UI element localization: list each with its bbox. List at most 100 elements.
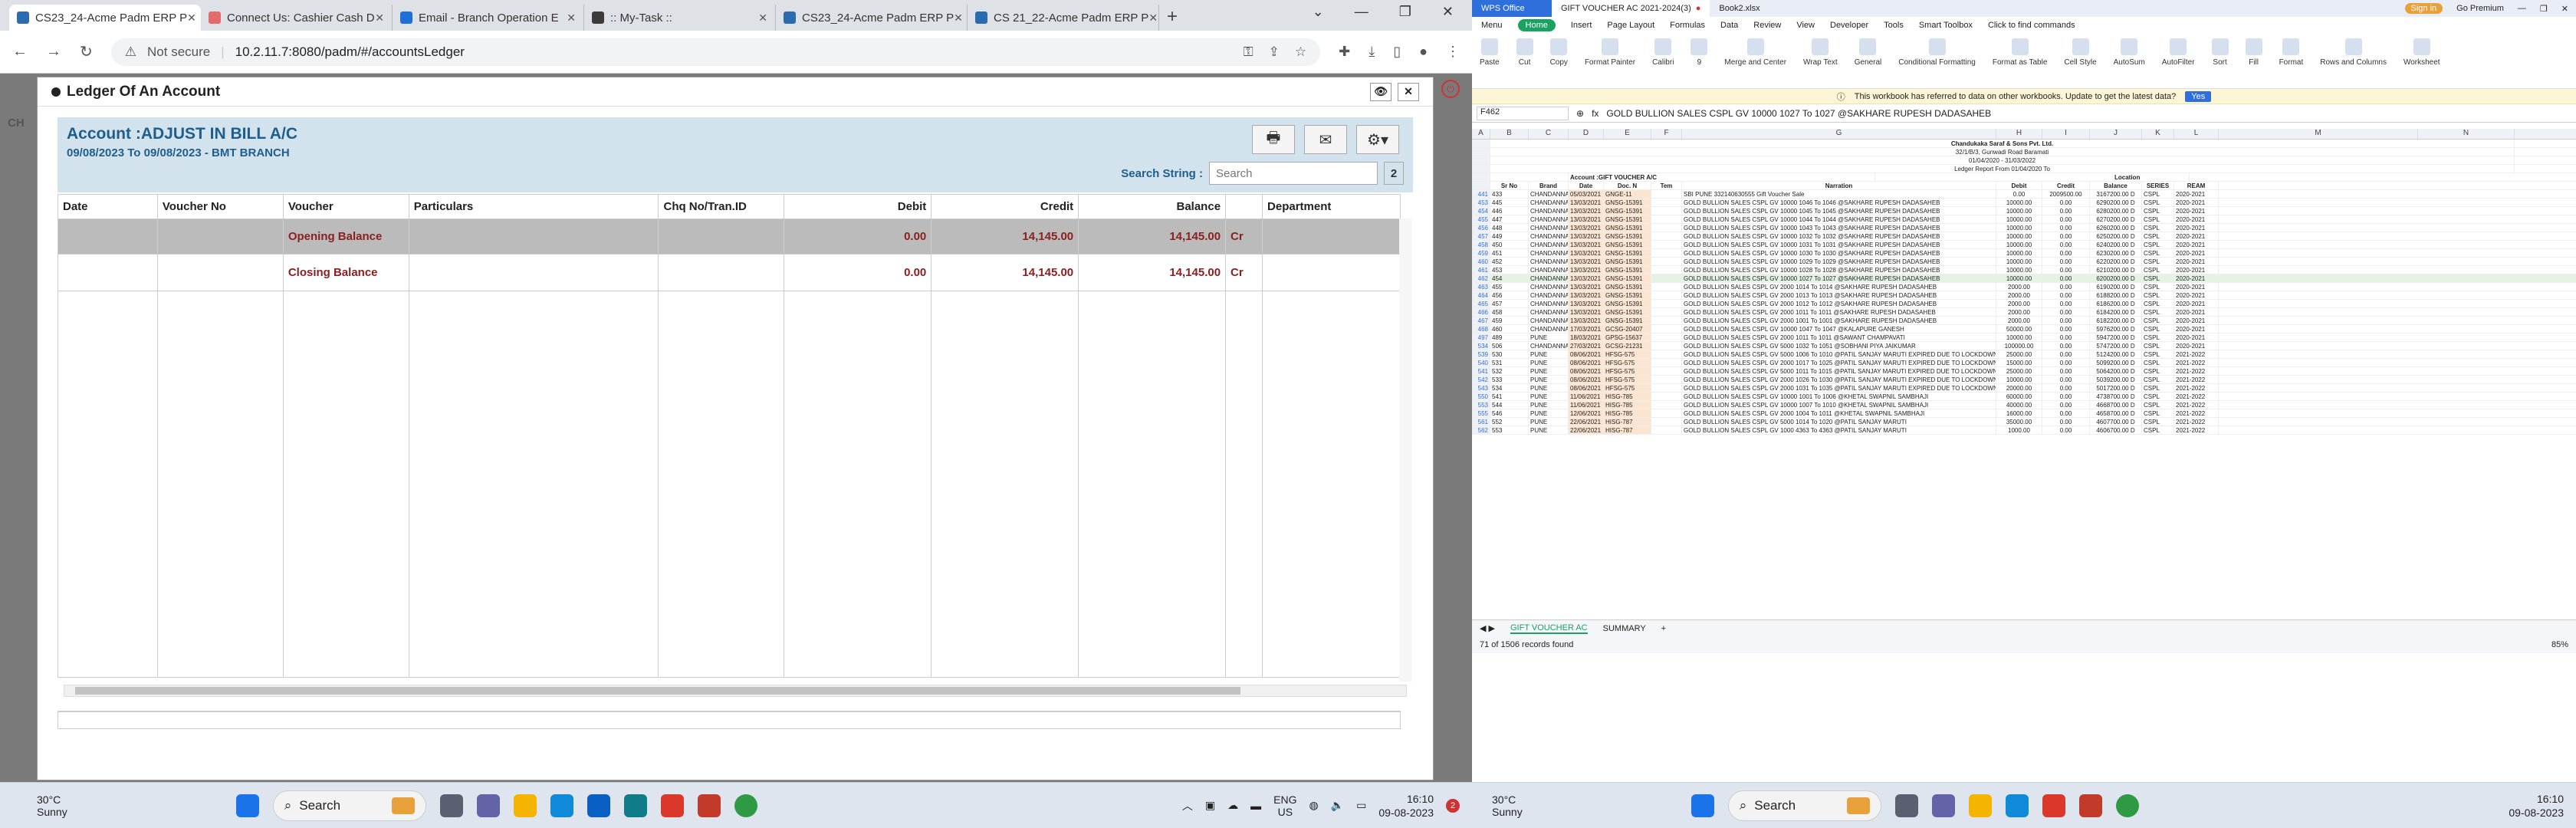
wps-office-tab[interactable]: WPS Office bbox=[1472, 0, 1552, 17]
file-explorer-icon-right[interactable] bbox=[1968, 794, 1992, 817]
extensions-icon[interactable]: ✚ bbox=[1339, 44, 1350, 60]
wps-writer-icon-right[interactable] bbox=[2042, 794, 2065, 817]
tab-close-icon[interactable]: ✕ bbox=[1148, 12, 1158, 25]
sheet-data-row[interactable]: 461 453 CHANDANNA 13/03/2021 GNSG-15391 GOLD … bbox=[1472, 266, 2576, 274]
vertical-scrollbar[interactable] bbox=[1399, 219, 1411, 682]
wps-close-button[interactable]: ✕ bbox=[2561, 4, 2568, 14]
ribbon-cmd-7[interactable]: Wrap Text bbox=[1803, 38, 1838, 67]
col-header-9[interactable]: Department bbox=[1262, 194, 1401, 219]
premium-link[interactable]: Go Premium bbox=[2456, 4, 2504, 13]
modal-close-icon[interactable]: ✕ bbox=[1398, 82, 1419, 101]
chrome-icon-right[interactable] bbox=[2115, 794, 2139, 817]
start-icon[interactable] bbox=[235, 794, 259, 817]
sheet-data-row[interactable]: 539 530 PUNE 08/06/2021 HFSG-575 GOLD BULLION… bbox=[1472, 350, 2576, 359]
back-icon[interactable]: ← bbox=[12, 43, 28, 61]
workbook-tab-gift[interactable]: GIFT VOUCHER AC 2021-2024(3) ● bbox=[1552, 0, 1710, 17]
signin-button[interactable]: Sign in bbox=[2404, 3, 2443, 14]
workbook-tab-book2[interactable]: Book2.xlsx bbox=[1710, 0, 1769, 17]
wps-menu-0[interactable]: Menu bbox=[1481, 21, 1503, 30]
sheet-data-row[interactable]: 497 489 PUNE 18/03/2021 GPSG-15637 GOLD BULLI… bbox=[1472, 334, 2576, 342]
fx-icon[interactable]: fx bbox=[1592, 108, 1598, 119]
browser-tab-5[interactable]: CS 21_22-Acme Padm ERP P ✕ bbox=[968, 5, 1159, 31]
sheet-data-row[interactable]: 543 534 PUNE 08/06/2021 HFSG-575 GOLD BULLION… bbox=[1472, 384, 2576, 393]
formula-content[interactable]: GOLD BULLION SALES CSPL GV 10000 1027 To… bbox=[1606, 108, 1991, 119]
sheet-data-row[interactable]: 460 452 CHANDANNA 13/03/2021 GNSG-15391 GOLD … bbox=[1472, 258, 2576, 266]
ribbon-cmd-3[interactable]: Format Painter bbox=[1585, 38, 1635, 67]
sheet-data-row[interactable]: 540 531 PUNE 08/06/2021 HFSG-575 GOLD BULLION… bbox=[1472, 359, 2576, 367]
col-letter-G[interactable]: G bbox=[1682, 129, 1996, 139]
menu-icon[interactable]: ⋮ bbox=[1446, 44, 1460, 60]
taskbar-search-right[interactable]: ⌕ Search bbox=[1727, 790, 1881, 821]
browser-tab-2[interactable]: Email - Branch Operation E ✕ bbox=[393, 5, 584, 31]
col-letter-J[interactable]: J bbox=[2090, 129, 2142, 139]
clock[interactable]: 16:10 09-08-2023 bbox=[1378, 792, 1434, 820]
downloads-icon[interactable]: ⤓ bbox=[1368, 44, 1375, 60]
wps-menu-5[interactable]: Data bbox=[1720, 21, 1738, 30]
tray-app-icon[interactable]: ▣ bbox=[1205, 799, 1215, 812]
share-icon[interactable]: ⇪ bbox=[1269, 44, 1280, 60]
forward-icon[interactable]: → bbox=[46, 43, 61, 61]
ribbon-cmd-5[interactable]: 9 bbox=[1691, 38, 1708, 67]
bookmark-star-icon[interactable]: ☆ bbox=[1295, 44, 1306, 60]
wps-minimize-button[interactable]: — bbox=[2518, 4, 2526, 13]
wps-menu-6[interactable]: Review bbox=[1753, 21, 1781, 30]
maximize-button[interactable]: ❐ bbox=[1399, 4, 1411, 20]
ribbon-cmd-6[interactable]: Merge and Center bbox=[1724, 38, 1786, 67]
learning-app-icon[interactable] bbox=[623, 794, 647, 817]
sheet-data-row[interactable]: 456 448 CHANDANNA 13/03/2021 GNSG-15391 GOLD … bbox=[1472, 224, 2576, 232]
tray-chevron-icon[interactable]: ︿ bbox=[1182, 798, 1193, 813]
tab-close-icon[interactable]: ✕ bbox=[954, 12, 963, 25]
close-window-button[interactable]: ✕ bbox=[1442, 4, 1454, 20]
sheet-data-row[interactable]: 459 451 CHANDANNA 13/03/2021 GNSG-15391 GOLD … bbox=[1472, 249, 2576, 258]
sheet-data-row[interactable]: 463 455 CHANDANNA 13/03/2021 GNSG-15391 GOLD … bbox=[1472, 283, 2576, 291]
col-letter-N[interactable]: N bbox=[2418, 129, 2515, 139]
sheet-tab-gift[interactable]: GIFT VOUCHER AC bbox=[1510, 623, 1588, 634]
tab-close-icon[interactable]: ✕ bbox=[375, 12, 384, 25]
file-explorer-icon[interactable] bbox=[513, 794, 537, 817]
url-field[interactable]: ⚠ Not secure | 10.2.11.7:8080/padm/#/acc… bbox=[110, 38, 1321, 66]
col-letter-H[interactable]: H bbox=[1996, 129, 2042, 139]
ribbon-cmd-12[interactable]: AutoSum bbox=[2114, 38, 2145, 67]
ribbon-cmd-13[interactable]: AutoFilter bbox=[2162, 38, 2195, 67]
col-header-2[interactable]: Voucher bbox=[282, 194, 409, 219]
teams-icon[interactable] bbox=[476, 794, 500, 817]
col-letter-A[interactable]: A bbox=[1472, 129, 1490, 139]
power-icon[interactable]: ⏻ bbox=[1441, 80, 1460, 98]
col-letter-B[interactable]: B bbox=[1490, 129, 1529, 139]
wps-office-icon[interactable] bbox=[697, 794, 721, 817]
sheet-data-row[interactable]: 457 449 CHANDANNA 13/03/2021 GNSG-15391 GOLD … bbox=[1472, 232, 2576, 241]
minimize-button[interactable]: — bbox=[1355, 4, 1368, 20]
sidepanel-icon[interactable]: ▯ bbox=[1393, 44, 1401, 60]
speaker-icon[interactable]: 🔈 bbox=[1331, 799, 1344, 812]
wps-writer-icon[interactable] bbox=[660, 794, 684, 817]
zoom-icon[interactable]: ⊕ bbox=[1576, 108, 1584, 119]
wps-menu-9[interactable]: Tools bbox=[1884, 21, 1904, 30]
ribbon-cmd-10[interactable]: Format as Table bbox=[1993, 38, 2047, 67]
sheet-data-row[interactable]: 550 541 PUNE 11/06/2021 HISG-785 GOLD BULLION… bbox=[1472, 393, 2576, 401]
wps-menu-10[interactable]: Smart Toolbox bbox=[1919, 21, 1973, 30]
col-header-7[interactable]: Balance bbox=[1078, 194, 1227, 219]
browser-tab-1[interactable]: Connect Us: Cashier Cash D ✕ bbox=[201, 5, 393, 31]
wps-restore-button[interactable]: ❐ bbox=[2540, 4, 2548, 14]
sheet-data-row[interactable]: 468 460 CHANDANNA 17/03/2021 GCSG-20407 GOLD … bbox=[1472, 325, 2576, 334]
wps-office-icon-right[interactable] bbox=[2078, 794, 2102, 817]
sheet-data-row[interactable]: 541 532 PUNE 08/06/2021 HFSG-575 GOLD BULLION… bbox=[1472, 367, 2576, 376]
sheet-data-row[interactable]: 467 459 CHANDANNA 13/03/2021 GNSG-15391 GOLD … bbox=[1472, 317, 2576, 325]
sheet-row-report[interactable]: Ledger Report From 01/04/2020 To bbox=[1472, 165, 2576, 173]
sheet-data-row[interactable]: 464 456 CHANDANNA 13/03/2021 GNSG-15391 GOLD … bbox=[1472, 291, 2576, 300]
wps-menu-7[interactable]: View bbox=[1796, 21, 1815, 30]
sheet-data-row[interactable]: 455 447 CHANDANNA 13/03/2021 GNSG-15391 GOLD … bbox=[1472, 215, 2576, 224]
sheet-data-row[interactable]: 453 445 CHANDANNA 13/03/2021 GNSG-15391 GOLD … bbox=[1472, 199, 2576, 207]
col-header-8[interactable] bbox=[1225, 194, 1263, 219]
eye-icon[interactable]: 👁 bbox=[1370, 82, 1392, 101]
profile-icon[interactable]: ● bbox=[1419, 44, 1428, 60]
notice-yes-button[interactable]: Yes bbox=[2185, 90, 2212, 102]
sheet-data-row[interactable]: 458 450 CHANDANNA 13/03/2021 GNSG-15391 GOLD … bbox=[1472, 241, 2576, 249]
spreadsheet-grid[interactable]: ABCDEFGHIJKLMN Chandukaka Saraf & Sons P… bbox=[1472, 129, 2576, 619]
sheet-row-period[interactable]: 01/04/2020 - 31/03/2022 bbox=[1472, 156, 2576, 165]
ribbon-cmd-18[interactable]: Worksheet bbox=[2404, 38, 2440, 67]
ribbon-cmd-9[interactable]: Conditional Formatting bbox=[1898, 38, 1976, 67]
weather-widget-right[interactable]: 30°C Sunny bbox=[1492, 794, 1523, 818]
ribbon-cmd-8[interactable]: General bbox=[1855, 38, 1881, 67]
start-icon-right[interactable] bbox=[1691, 794, 1714, 817]
